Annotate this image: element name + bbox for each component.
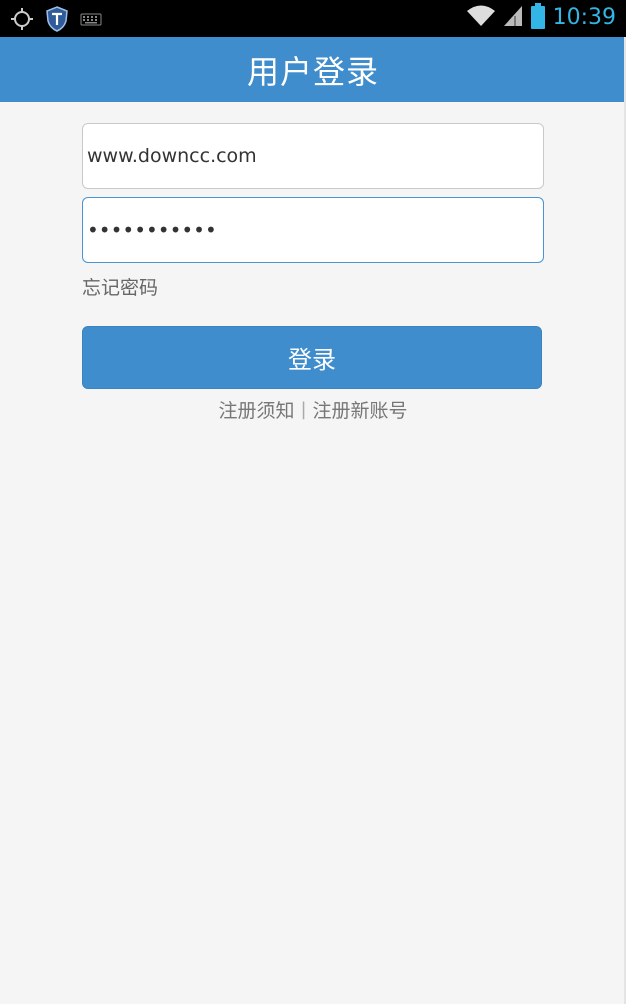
link-separator: | — [300, 399, 307, 420]
username-field-container — [82, 123, 544, 189]
status-right: 10:39 — [466, 3, 616, 33]
register-links: 注册须知 | 注册新账号 — [0, 396, 626, 423]
password-input[interactable] — [87, 198, 543, 262]
shield-icon — [46, 6, 68, 36]
page-title: 用户登录 — [246, 52, 379, 91]
username-input[interactable] — [87, 124, 543, 188]
forgot-password-link[interactable]: 忘记密码 — [82, 273, 158, 300]
password-field-container — [82, 197, 544, 263]
register-notice-link[interactable]: 注册须知 — [218, 396, 294, 423]
register-new-account-link[interactable]: 注册新账号 — [313, 396, 408, 423]
keyboard-icon — [80, 11, 102, 31]
login-form: 忘记密码 — [82, 123, 544, 300]
wifi-icon — [466, 5, 495, 31]
status-bar: 10:39 — [0, 0, 626, 37]
gps-icon — [10, 7, 34, 35]
app-bar: 用户登录 — [0, 37, 626, 102]
status-left — [10, 6, 102, 36]
signal-icon — [503, 5, 523, 31]
clock: 10:39 — [552, 5, 616, 30]
battery-icon — [530, 3, 545, 33]
login-button[interactable]: 登录 — [82, 326, 542, 389]
